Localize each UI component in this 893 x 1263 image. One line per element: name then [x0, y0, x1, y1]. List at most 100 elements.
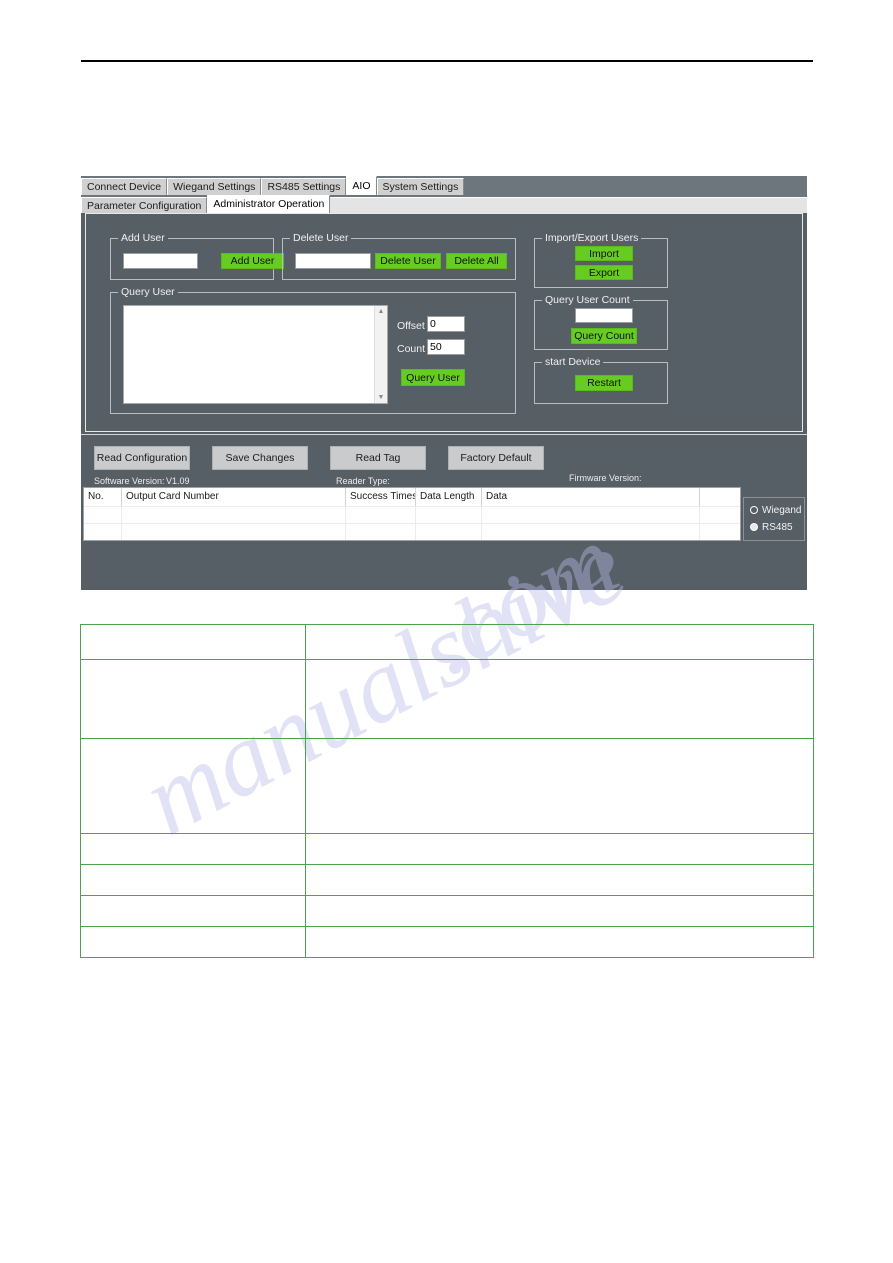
- query-user-count-group: Query User Count Query Count: [534, 294, 668, 350]
- grid-cell-no: [84, 507, 122, 523]
- delete-all-button[interactable]: Delete All: [446, 253, 507, 269]
- command-bar: Read Configuration Save Changes Read Tag…: [81, 434, 807, 590]
- grid-header-row: No. Output Card Number Success Times Dat…: [84, 488, 740, 506]
- table-cell-value: [305, 738, 814, 834]
- import-export-group-title: Import/Export Users: [542, 232, 642, 244]
- grid-cell-output-card-number: [122, 524, 346, 540]
- import-button[interactable]: Import: [575, 246, 633, 261]
- reader-type-label: Reader Type:: [336, 476, 390, 486]
- start-device-group-title: start Device: [542, 356, 604, 368]
- query-user-listbox[interactable]: ▲ ▼: [123, 305, 388, 404]
- read-tag-button[interactable]: Read Tag: [330, 446, 426, 470]
- tag-data-grid: No. Output Card Number Success Times Dat…: [83, 487, 741, 541]
- query-user-button[interactable]: Query User: [401, 369, 465, 386]
- grid-cell-data: [482, 507, 700, 523]
- table-cell-label: [80, 624, 306, 660]
- tab-connect-device[interactable]: Connect Device: [81, 178, 168, 195]
- table-cell-label: [80, 738, 306, 834]
- secondary-tab-strip: Parameter Configuration Administrator Op…: [81, 195, 807, 213]
- query-user-count-input[interactable]: [575, 308, 633, 323]
- table-row[interactable]: [84, 506, 740, 523]
- save-changes-button[interactable]: Save Changes: [212, 446, 308, 470]
- table-row: [80, 738, 814, 834]
- grid-cell-success-times: [346, 507, 416, 523]
- software-version-label: Software Version:: [94, 476, 165, 486]
- administrator-operation-panel: Add User Add User Delete User Delete Use…: [85, 213, 803, 432]
- export-button[interactable]: Export: [575, 265, 633, 280]
- scroll-up-icon[interactable]: ▲: [375, 306, 387, 317]
- add-user-group-title: Add User: [118, 232, 168, 244]
- table-row: [80, 659, 814, 739]
- grid-cell-success-times: [346, 524, 416, 540]
- tab-aio[interactable]: AIO: [346, 176, 377, 195]
- grid-column-spare[interactable]: [700, 488, 740, 506]
- query-count-button[interactable]: Query Count: [571, 328, 637, 344]
- subtab-administrator-operation[interactable]: Administrator Operation: [207, 195, 331, 213]
- software-version-value: V1.09: [166, 476, 190, 486]
- query-user-scrollbar[interactable]: ▲ ▼: [374, 306, 387, 403]
- grid-cell-no: [84, 524, 122, 540]
- interface-mode-panel: Wiegand RS485: [743, 497, 805, 541]
- delete-user-group: Delete User Delete User Delete All: [282, 232, 516, 280]
- grid-cell-output-card-number: [122, 507, 346, 523]
- radio-unselected-icon: [750, 506, 758, 515]
- tab-rs485-settings[interactable]: RS485 Settings: [261, 178, 347, 195]
- description-table: [80, 624, 814, 958]
- tab-wiegand-settings[interactable]: Wiegand Settings: [167, 178, 262, 195]
- restart-button[interactable]: Restart: [575, 375, 633, 391]
- delete-user-input[interactable]: [295, 253, 371, 269]
- table-cell-value: [305, 659, 814, 739]
- table-row: [80, 926, 814, 958]
- table-row: [80, 833, 814, 865]
- grid-column-no[interactable]: No.: [84, 488, 122, 506]
- table-cell-label: [80, 833, 306, 865]
- table-row: [80, 895, 814, 927]
- start-device-group: start Device Restart: [534, 356, 668, 404]
- query-user-group: Query User ▲ ▼ Offset Count Query User: [110, 286, 516, 414]
- grid-cell-spare: [700, 524, 740, 540]
- tab-system-settings[interactable]: System Settings: [376, 178, 465, 195]
- grid-cell-spare: [700, 507, 740, 523]
- grid-column-data[interactable]: Data: [482, 488, 700, 506]
- count-input[interactable]: [427, 339, 465, 355]
- delete-user-group-title: Delete User: [290, 232, 352, 244]
- firmware-version-label: Firmware Version:: [569, 473, 642, 483]
- grid-cell-data: [482, 524, 700, 540]
- table-cell-label: [80, 895, 306, 927]
- table-cell-label: [80, 926, 306, 958]
- table-row[interactable]: [84, 523, 740, 540]
- description-table-body: [80, 624, 814, 958]
- scroll-down-icon[interactable]: ▼: [375, 392, 387, 403]
- grid-column-success-times[interactable]: Success Times: [346, 488, 416, 506]
- table-cell-value: [305, 895, 814, 927]
- grid-column-output-card-number[interactable]: Output Card Number: [122, 488, 346, 506]
- application-window: Connect Device Wiegand Settings RS485 Se…: [81, 176, 807, 590]
- table-row: [80, 624, 814, 660]
- radio-wiegand[interactable]: Wiegand: [750, 505, 801, 516]
- delete-user-button[interactable]: Delete User: [375, 253, 441, 269]
- page-header-rule: [81, 60, 813, 62]
- grid-column-data-length[interactable]: Data Length: [416, 488, 482, 506]
- table-cell-value: [305, 926, 814, 958]
- read-configuration-button[interactable]: Read Configuration: [94, 446, 190, 470]
- primary-tab-strip: Connect Device Wiegand Settings RS485 Se…: [81, 176, 807, 196]
- table-cell-label: [80, 659, 306, 739]
- radio-wiegand-label: Wiegand: [762, 505, 802, 516]
- table-cell-value: [305, 864, 814, 896]
- radio-selected-icon: [750, 523, 758, 532]
- add-user-button[interactable]: Add User: [221, 253, 284, 269]
- offset-input[interactable]: [427, 316, 465, 332]
- add-user-input[interactable]: [123, 253, 198, 269]
- offset-label: Offset: [397, 320, 425, 332]
- grid-cell-data-length: [416, 524, 482, 540]
- import-export-users-group: Import/Export Users Import Export: [534, 232, 668, 288]
- count-label: Count: [397, 343, 426, 355]
- table-cell-value: [305, 833, 814, 865]
- grid-cell-data-length: [416, 507, 482, 523]
- subtab-parameter-configuration[interactable]: Parameter Configuration: [81, 197, 208, 213]
- factory-default-button[interactable]: Factory Default: [448, 446, 544, 470]
- radio-rs485[interactable]: RS485: [750, 522, 793, 533]
- table-cell-label: [80, 864, 306, 896]
- table-cell-value: [305, 624, 814, 660]
- subtab-strip-filler: [330, 197, 807, 213]
